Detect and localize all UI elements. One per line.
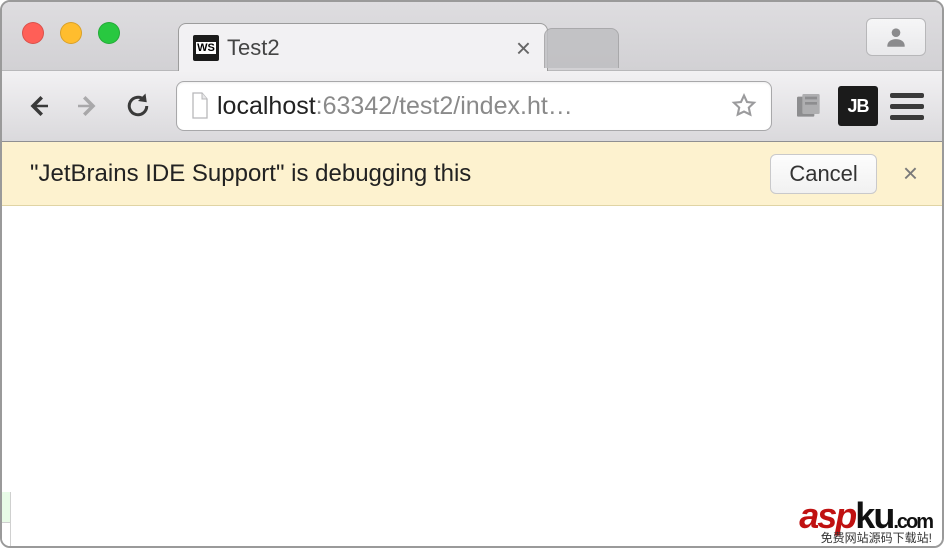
favicon-webstorm-icon: WS [193, 35, 219, 61]
window-zoom-button[interactable] [98, 22, 120, 44]
extension-pages-icon[interactable] [790, 87, 828, 125]
toolbar: localhost:63342/test2/index.ht… JB [2, 70, 942, 142]
user-icon [883, 24, 909, 50]
watermark-brand-red: asp [799, 495, 855, 536]
forward-button[interactable] [68, 86, 108, 126]
cancel-button[interactable]: Cancel [770, 154, 876, 194]
watermark-brand-com: .com [893, 511, 932, 533]
new-tab-stub[interactable] [544, 28, 619, 68]
tab-title: Test2 [227, 35, 510, 61]
tab-active[interactable]: WS Test2 × [178, 23, 548, 71]
watermark: aspku.com 免费网站源码下载站! [799, 498, 932, 544]
profile-button[interactable] [866, 18, 926, 56]
stacked-pages-icon [793, 90, 825, 122]
url-text: localhost:63342/test2/index.ht… [217, 92, 727, 121]
reload-icon [123, 91, 153, 121]
tab-close-button[interactable]: × [510, 35, 537, 61]
address-bar[interactable]: localhost:63342/test2/index.ht… [176, 81, 772, 131]
star-icon [730, 92, 758, 120]
background-window-hint [1, 522, 11, 548]
hamburger-line-icon [890, 115, 924, 120]
titlebar: WS Test2 × [2, 2, 942, 70]
window-minimize-button[interactable] [60, 22, 82, 44]
infobar-close-button[interactable]: × [895, 154, 926, 193]
menu-button[interactable] [888, 87, 926, 125]
watermark-brand-black: ku [855, 495, 893, 536]
hamburger-line-icon [890, 93, 924, 98]
bookmark-button[interactable] [727, 89, 761, 123]
reload-button[interactable] [118, 86, 158, 126]
background-window-hint [1, 492, 11, 522]
hamburger-line-icon [890, 104, 924, 109]
arrow-right-icon [73, 91, 103, 121]
back-button[interactable] [18, 86, 58, 126]
page-info-icon[interactable] [183, 86, 217, 126]
page-content: aspku.com 免费网站源码下载站! [2, 206, 942, 546]
window-close-button[interactable] [22, 22, 44, 44]
browser-window: WS Test2 × localhost:63342/test2/index.h… [0, 0, 944, 548]
infobar-message: "JetBrains IDE Support" is debugging thi… [30, 160, 770, 188]
traffic-lights [22, 22, 120, 44]
infobar: "JetBrains IDE Support" is debugging thi… [2, 142, 942, 206]
watermark-subtitle: 免费网站源码下载站! [799, 532, 932, 544]
jetbrains-extension-icon[interactable]: JB [838, 86, 878, 126]
arrow-left-icon [23, 91, 53, 121]
tabstrip: WS Test2 × [178, 2, 619, 70]
